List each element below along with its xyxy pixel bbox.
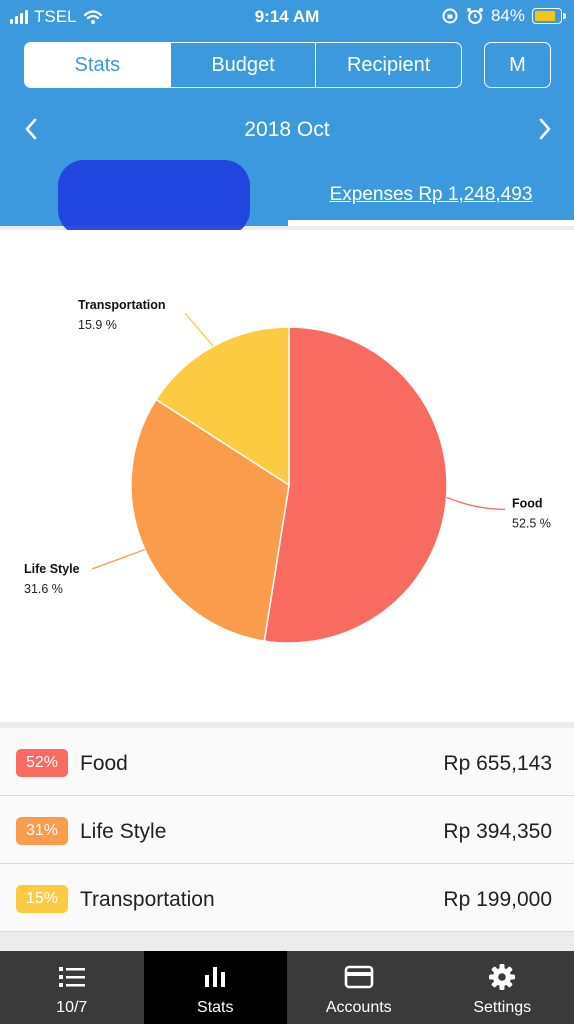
battery-fill <box>535 11 556 21</box>
tab-recipient[interactable]: Recipient <box>316 43 461 87</box>
category-list: 52% Food Rp 655,143 31% Life Style Rp 39… <box>0 728 574 932</box>
pie-value-transportation: 15.9 % <box>78 318 117 332</box>
nav-settings[interactable]: Settings <box>431 951 574 1024</box>
battery-icon <box>532 8 566 24</box>
nav-label: Accounts <box>325 999 392 1016</box>
pie-label-food: Food <box>512 496 543 510</box>
expenses-total: Expenses Rp 1,248,493 <box>329 184 533 205</box>
month-label: 2018 Oct <box>244 118 330 141</box>
category-amount: Rp 394,350 <box>443 820 552 843</box>
pie-leader-line-life-style <box>91 548 146 570</box>
category-amount: Rp 199,000 <box>443 888 552 911</box>
bar-chart-icon <box>205 967 226 987</box>
category-amount: Rp 655,143 <box>443 752 552 775</box>
pie-leader-line-food <box>446 496 506 511</box>
category-name: Food <box>80 752 128 775</box>
nav-accounts[interactable]: Accounts <box>287 951 431 1024</box>
card-icon <box>344 965 374 989</box>
nav-label: Settings <box>473 999 532 1016</box>
gear-icon <box>489 964 516 990</box>
alarm-icon <box>466 8 483 24</box>
nav-label: 10/7 <box>56 999 88 1016</box>
bottom-nav: 10/7 Stats Accounts Settings <box>0 951 574 1024</box>
percent-badge: 31% <box>16 817 68 845</box>
tab-stats[interactable]: Stats <box>25 43 171 87</box>
category-row-life-style[interactable]: 31% Life Style Rp 394,350 <box>0 796 574 864</box>
tab-indicator <box>288 220 574 226</box>
status-bar: TSEL 9:14 AM 84% <box>0 0 574 34</box>
nav-daily[interactable]: 10/7 <box>0 951 144 1024</box>
battery-percent: 84% <box>490 6 525 25</box>
category-row-transportation[interactable]: 15% Transportation Rp 199,000 <box>0 864 574 932</box>
m-button[interactable]: M <box>484 42 551 88</box>
list-icon <box>58 967 85 987</box>
percent-badge: 52% <box>16 749 68 777</box>
chevron-right-icon <box>539 118 551 140</box>
tab-budget[interactable]: Budget <box>171 43 317 87</box>
redacted-income-label <box>58 160 250 236</box>
category-name: Life Style <box>80 820 167 843</box>
pie-label-life-style: Life Style <box>24 562 80 576</box>
pie-slice-food[interactable] <box>263 326 448 644</box>
percent-badge: 15% <box>16 885 68 913</box>
pie-leader-line-transportation <box>184 312 214 347</box>
pie-value-life-style: 31.6 % <box>24 582 63 596</box>
view-switcher: Stats Budget Recipient <box>24 42 462 88</box>
status-right: 84% <box>441 6 566 26</box>
header: TSEL 9:14 AM 84% Stats Budget Recipient … <box>0 0 574 236</box>
category-name: Transportation <box>80 888 215 911</box>
month-nav: 2018 Oct <box>0 108 574 152</box>
rotation-lock-icon <box>442 8 458 24</box>
pie-value-food: 52.5 % <box>512 516 551 530</box>
pie-label-transportation: Transportation <box>78 298 166 312</box>
pie-chart: Food 52.5 % Life Style 31.6 % Transportation… <box>24 298 551 644</box>
pie-chart-panel: Food 52.5 % Life Style 31.6 % Transportation… <box>0 230 574 722</box>
nav-label: Stats <box>197 999 234 1016</box>
category-row-food[interactable]: 52% Food Rp 655,143 <box>0 728 574 796</box>
next-month-button[interactable] <box>530 114 560 144</box>
nav-stats[interactable]: Stats <box>143 951 287 1024</box>
tab-expenses[interactable]: Expenses Rp 1,248,493 <box>288 178 574 226</box>
